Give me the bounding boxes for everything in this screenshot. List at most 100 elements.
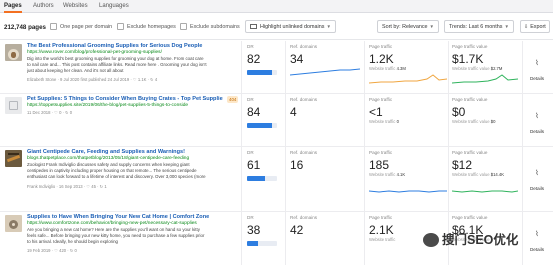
dr-value: 82 — [247, 52, 261, 66]
ref-domains-label: Ref. domains — [290, 97, 318, 102]
result-title-link[interactable]: Pet Supplies: 5 Things to Consider When … — [27, 96, 223, 102]
result-thumbnail — [5, 215, 22, 232]
column-divider — [522, 212, 523, 265]
result-url-link[interactable]: blogs.thatpetplace.com/thatpetblog/2013/… — [27, 156, 189, 161]
status-badge-404: 404 — [227, 96, 239, 103]
dr-value: 61 — [247, 158, 261, 172]
result-row: The Best Professional Grooming Supplies … — [0, 41, 553, 94]
dr-label: DR — [247, 97, 254, 102]
column-divider — [285, 212, 286, 265]
ref-domains-value: 34 — [290, 52, 304, 66]
details-button[interactable]: ⌇ Details — [526, 230, 548, 256]
trend-chart-icon: ⌇ — [535, 231, 539, 238]
traffic-value-trend-sparkline — [452, 190, 518, 193]
exclude-subdomains-label: Exclude subdomains — [190, 24, 240, 30]
column-divider — [364, 212, 365, 265]
export-icon: ⇩ — [524, 24, 529, 30]
result-url-link[interactable]: https://toppetsupplies.site/2019/06/the-… — [27, 103, 188, 108]
result-snippet: Dig into the world's best grooming suppl… — [27, 56, 207, 73]
website-traffic-value: Website traffic value $14.4K — [452, 172, 505, 177]
tab-authors[interactable]: Authors — [33, 3, 54, 9]
website-traffic: Website traffic 4.1K — [369, 172, 406, 177]
result-title-link[interactable]: The Best Professional Grooming Supplies … — [27, 43, 202, 49]
export-button[interactable]: ⇩ Export — [520, 20, 550, 33]
ref-domains-label: Ref. domains — [290, 44, 318, 49]
details-button[interactable]: ⌇ Details — [526, 59, 548, 85]
chevron-down-icon: ▼ — [326, 24, 331, 29]
website-traffic-value: Website traffic value $2.7M — [452, 66, 503, 71]
exclude-subdomains-checkbox[interactable] — [180, 23, 187, 30]
dr-value: 84 — [247, 105, 261, 119]
column-divider — [285, 94, 286, 146]
page-traffic-label: Page traffic — [369, 215, 393, 220]
page-traffic-label: Page traffic — [369, 97, 393, 102]
one-page-per-domain-checkbox[interactable] — [50, 23, 57, 30]
result-thumbnail — [5, 44, 22, 61]
tab-pages[interactable]: Pages — [4, 3, 22, 9]
website-traffic: Website traffic 4.3M — [369, 66, 406, 71]
website-traffic-value: Website traffic value $0 — [452, 119, 496, 124]
column-divider — [241, 94, 242, 146]
highlight-unlinked-domains-button[interactable]: Highlight unlinked domains ▼ — [245, 20, 336, 33]
result-meta: Frank Indiviglio · 16 Sep 2013 · ♡ 45 · … — [27, 184, 107, 189]
exclude-homepages-label: Exclude homepages — [127, 24, 176, 30]
result-url-link[interactable]: https://www.comfortzone.com/behavior/bri… — [27, 221, 197, 226]
tab-languages[interactable]: Languages — [99, 3, 129, 9]
column-divider — [364, 94, 365, 146]
page-traffic-trend-sparkline — [369, 190, 447, 193]
result-url-link[interactable]: https://www.rover.com/blog/professional-… — [27, 50, 162, 55]
column-divider — [241, 41, 242, 93]
details-button[interactable]: ⌇ Details — [526, 169, 548, 195]
exclude-homepages-checkbox[interactable] — [117, 23, 124, 30]
dr-bar — [247, 241, 277, 246]
dr-bar — [247, 123, 277, 128]
highlight-icon — [250, 24, 257, 30]
column-divider — [364, 147, 365, 211]
page-traffic-value: 185 — [369, 158, 390, 172]
column-divider — [522, 41, 523, 93]
result-title-link[interactable]: Giant Centipede Care, Feeding and Suppli… — [27, 149, 185, 155]
chevron-down-icon: ▼ — [429, 24, 435, 29]
dr-bar — [247, 70, 277, 75]
result-row: Giant Centipede Care, Feeding and Suppli… — [0, 147, 553, 212]
trend-chart-icon: ⌇ — [535, 170, 539, 177]
dr-bar-fill — [247, 176, 266, 181]
dr-bar-fill — [247, 241, 259, 246]
ref-domains-label: Ref. domains — [290, 215, 318, 220]
result-row: Pet Supplies: 5 Things to Consider When … — [0, 94, 553, 147]
website-traffic: Website traffic 0 — [369, 119, 399, 124]
page-traffic-value: <1 — [369, 105, 383, 119]
traffic-value: $0 — [452, 105, 466, 119]
one-page-per-domain-label: One page per domain — [60, 24, 113, 30]
ref-domains-trend-sparkline — [290, 68, 360, 76]
website-traffic: Website traffic — [369, 237, 396, 242]
details-button[interactable]: ⌇ Details — [526, 112, 548, 138]
result-thumbnail — [5, 150, 22, 167]
column-divider — [448, 147, 449, 211]
column-divider — [448, 94, 449, 146]
result-title-link[interactable]: Supplies to Have When Bringing Your New … — [27, 214, 209, 220]
page-traffic-trend-sparkline — [369, 74, 447, 84]
ref-domains-value: 16 — [290, 158, 304, 172]
dr-label: DR — [247, 44, 254, 49]
dr-label: DR — [247, 215, 254, 220]
column-divider — [448, 41, 449, 93]
column-divider — [241, 212, 242, 265]
sort-dropdown[interactable]: Sort by: Relevance ▼ — [377, 20, 440, 33]
ref-domains-label: Ref. domains — [290, 150, 318, 155]
active-tab-indicator — [4, 11, 22, 13]
traffic-value-trend-sparkline — [452, 74, 518, 84]
ref-domains-value: 4 — [290, 105, 297, 119]
page-traffic-value-label: Page traffic value — [452, 97, 488, 102]
dr-bar-fill — [247, 70, 272, 75]
column-divider — [522, 94, 523, 146]
wechat-logo-icon — [423, 232, 439, 247]
tab-websites[interactable]: Websites — [63, 3, 88, 9]
traffic-value: $12 — [452, 158, 473, 172]
trends-dropdown[interactable]: Trends: Last 6 months ▼ — [444, 20, 514, 33]
dr-bar — [247, 176, 277, 181]
page-traffic-value: 1.2K — [369, 52, 394, 66]
result-snippet: Zoologist Frank Indiviglio discusses saf… — [27, 162, 206, 179]
traffic-value: $1.7K — [452, 52, 484, 66]
toolbar-divider — [0, 39, 553, 40]
